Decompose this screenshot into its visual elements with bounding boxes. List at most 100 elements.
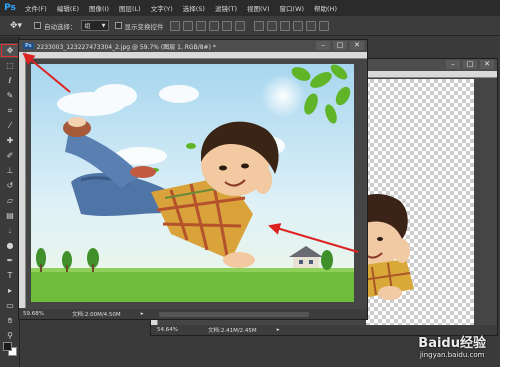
menu-select[interactable]: 选择(S) — [178, 3, 210, 13]
rectangle-tool-button[interactable]: ▭ — [0, 298, 20, 313]
move-tool-button[interactable]: ✥ — [0, 43, 20, 58]
close-icon[interactable]: ✕ — [480, 60, 494, 69]
doc-info-front[interactable]: 文档:2.00M/4.50M — [72, 310, 121, 318]
pen-icon: ✒ — [6, 256, 14, 265]
close-icon[interactable]: ✕ — [350, 41, 364, 50]
align-left-icon[interactable] — [208, 20, 219, 31]
doc-info-back[interactable]: 文档:2.41M/2.45M — [208, 326, 257, 334]
status-bar-front: 59.68% 文档:2.00M/4.50M ▸ — [19, 309, 367, 319]
dodge-icon: ● — [6, 241, 14, 250]
dodge-tool-button[interactable]: ● — [0, 238, 20, 253]
ps-document-icon: Ps — [23, 43, 34, 49]
distribute-top-icon[interactable] — [253, 20, 264, 31]
chevron-down-icon: ▼ — [101, 22, 106, 29]
droplet-icon: 💧︎ — [8, 225, 12, 235]
play-icon[interactable]: ▸ — [141, 311, 144, 317]
crop-icon: ⌗ — [7, 105, 13, 115]
tools-panel: ✥ ⬚ ℓ ✎ ⌗ ⁄ ✚ ✐ ⊥ ↺ ▱ ▤ 💧︎ ● ✒ T ▸ ▭ ✋︎ … — [0, 37, 20, 367]
eyedropper-icon: ⁄ — [9, 121, 11, 130]
distribute-vcenter-icon[interactable] — [266, 20, 277, 31]
gradient-icon: ▤ — [6, 211, 14, 220]
canvas-image[interactable] — [31, 64, 354, 302]
distribute-left-icon[interactable] — [292, 20, 303, 31]
document-title: 2233003_123227473304_2.jpg @ 59.7% (图层 1… — [36, 43, 216, 51]
photo-boy-lying — [31, 64, 354, 302]
show-transform-checkbox[interactable] — [114, 22, 122, 29]
align-vcenter-icon[interactable] — [182, 20, 193, 31]
foreground-color-swatch[interactable] — [3, 342, 12, 351]
show-transform-label: 显示变换控件 — [124, 22, 164, 31]
menu-type[interactable]: 文字(Y) — [146, 3, 178, 13]
lasso-tool-button[interactable]: ℓ — [0, 73, 20, 88]
auto-select-dropdown[interactable]: 组 ▼ — [80, 20, 109, 31]
quick-select-tool-button[interactable]: ✎ — [0, 88, 20, 103]
lasso-icon: ℓ — [8, 76, 12, 85]
grass — [31, 270, 354, 302]
marquee-tool-button[interactable]: ⬚ — [0, 58, 20, 73]
quick-select-icon: ✎ — [6, 91, 14, 100]
baidu-watermark: Baidu经验 jingyan.baidu.com — [418, 332, 486, 359]
minimize-icon[interactable]: – — [316, 41, 330, 50]
canvas-transparent[interactable] — [366, 79, 474, 325]
auto-select-label: 自动选择： — [44, 22, 77, 31]
hand-tool-button[interactable]: ✋︎ — [0, 313, 20, 328]
marquee-icon: ⬚ — [6, 61, 14, 70]
zoom-level-back[interactable]: 54.64% — [157, 327, 178, 333]
photoshop-window: Ps 文件(F) 编辑(E) 图像(I) 图层(L) 文字(Y) 选择(S) 滤… — [0, 0, 500, 367]
move-icon: ✥ — [6, 46, 14, 55]
menu-help[interactable]: 帮助(H) — [309, 3, 342, 13]
bandage-icon: ✚ — [6, 136, 14, 145]
play-icon[interactable]: ▸ — [277, 327, 280, 333]
hand-icon: ✋︎ — [7, 315, 13, 325]
auto-select-checkbox[interactable] — [34, 22, 41, 29]
menu-edit[interactable]: 编辑(E) — [52, 3, 84, 13]
pen-tool-button[interactable]: ✒ — [0, 253, 20, 268]
eraser-tool-button[interactable]: ▱ — [0, 193, 20, 208]
zoom-tool-button[interactable]: ⚲ — [0, 328, 20, 343]
rectangle-icon: ▭ — [6, 301, 14, 310]
ps-logo: Ps — [4, 3, 16, 13]
ruler-vertical-front — [19, 52, 26, 308]
healing-brush-tool-button[interactable]: ✚ — [0, 133, 20, 148]
path-select-tool-button[interactable]: ▸ — [0, 283, 20, 298]
zoom-level-front[interactable]: 59.68% — [23, 311, 44, 317]
brush-tool-button[interactable]: ✐ — [0, 148, 20, 163]
restore-icon[interactable]: □ — [333, 41, 347, 50]
eraser-icon: ▱ — [6, 196, 14, 205]
align-hcenter-icon[interactable] — [221, 20, 232, 31]
menu-layer[interactable]: 图层(L) — [114, 3, 146, 13]
align-right-icon[interactable] — [234, 20, 245, 31]
tool-preset-picker[interactable]: ✥▾ — [4, 19, 28, 33]
stamp-icon: ⊥ — [6, 166, 14, 175]
options-bar: ✥▾ 自动选择： 组 ▼ 显示变换控件 — [0, 16, 500, 36]
history-brush-tool-button[interactable]: ↺ — [0, 178, 20, 193]
align-bottom-icon[interactable] — [195, 20, 206, 31]
crop-tool-button[interactable]: ⌗ — [0, 103, 20, 118]
zoom-icon: ⚲ — [7, 331, 13, 340]
clone-stamp-tool-button[interactable]: ⊥ — [0, 163, 20, 178]
distribute-hcenter-icon[interactable] — [305, 20, 316, 31]
distribute-bottom-icon[interactable] — [279, 20, 290, 31]
restore-icon[interactable]: □ — [463, 60, 477, 69]
watermark-main: Baidu经验 — [418, 336, 486, 351]
menu-window[interactable]: 窗口(W) — [275, 3, 310, 13]
document-window-front: Ps 2233003_123227473304_2.jpg @ 59.7% (图… — [18, 39, 368, 320]
document-tab-front[interactable]: Ps 2233003_123227473304_2.jpg @ 59.7% (图… — [19, 40, 367, 52]
menu-filter[interactable]: 滤镜(T) — [210, 3, 242, 13]
blur-tool-button[interactable]: 💧︎ — [0, 223, 20, 238]
path-select-icon: ▸ — [7, 286, 12, 295]
menu-view[interactable]: 视图(V) — [242, 3, 275, 13]
distribute-right-icon[interactable] — [318, 20, 329, 31]
menu-file[interactable]: 文件(F) — [20, 3, 52, 13]
horizontal-scrollbar[interactable] — [159, 311, 310, 317]
auto-select-value: 组 — [84, 23, 91, 30]
eyedropper-tool-button[interactable]: ⁄ — [0, 118, 20, 133]
type-tool-button[interactable]: T — [0, 268, 20, 283]
align-top-icon[interactable] — [169, 20, 180, 31]
gradient-tool-button[interactable]: ▤ — [0, 208, 20, 223]
type-icon: T — [7, 271, 13, 280]
menu-image[interactable]: 图像(I) — [84, 3, 114, 13]
window-controls-front: – □ ✕ — [316, 41, 364, 50]
watermark-url: jingyan.baidu.com — [419, 351, 485, 359]
minimize-icon[interactable]: – — [446, 60, 460, 69]
